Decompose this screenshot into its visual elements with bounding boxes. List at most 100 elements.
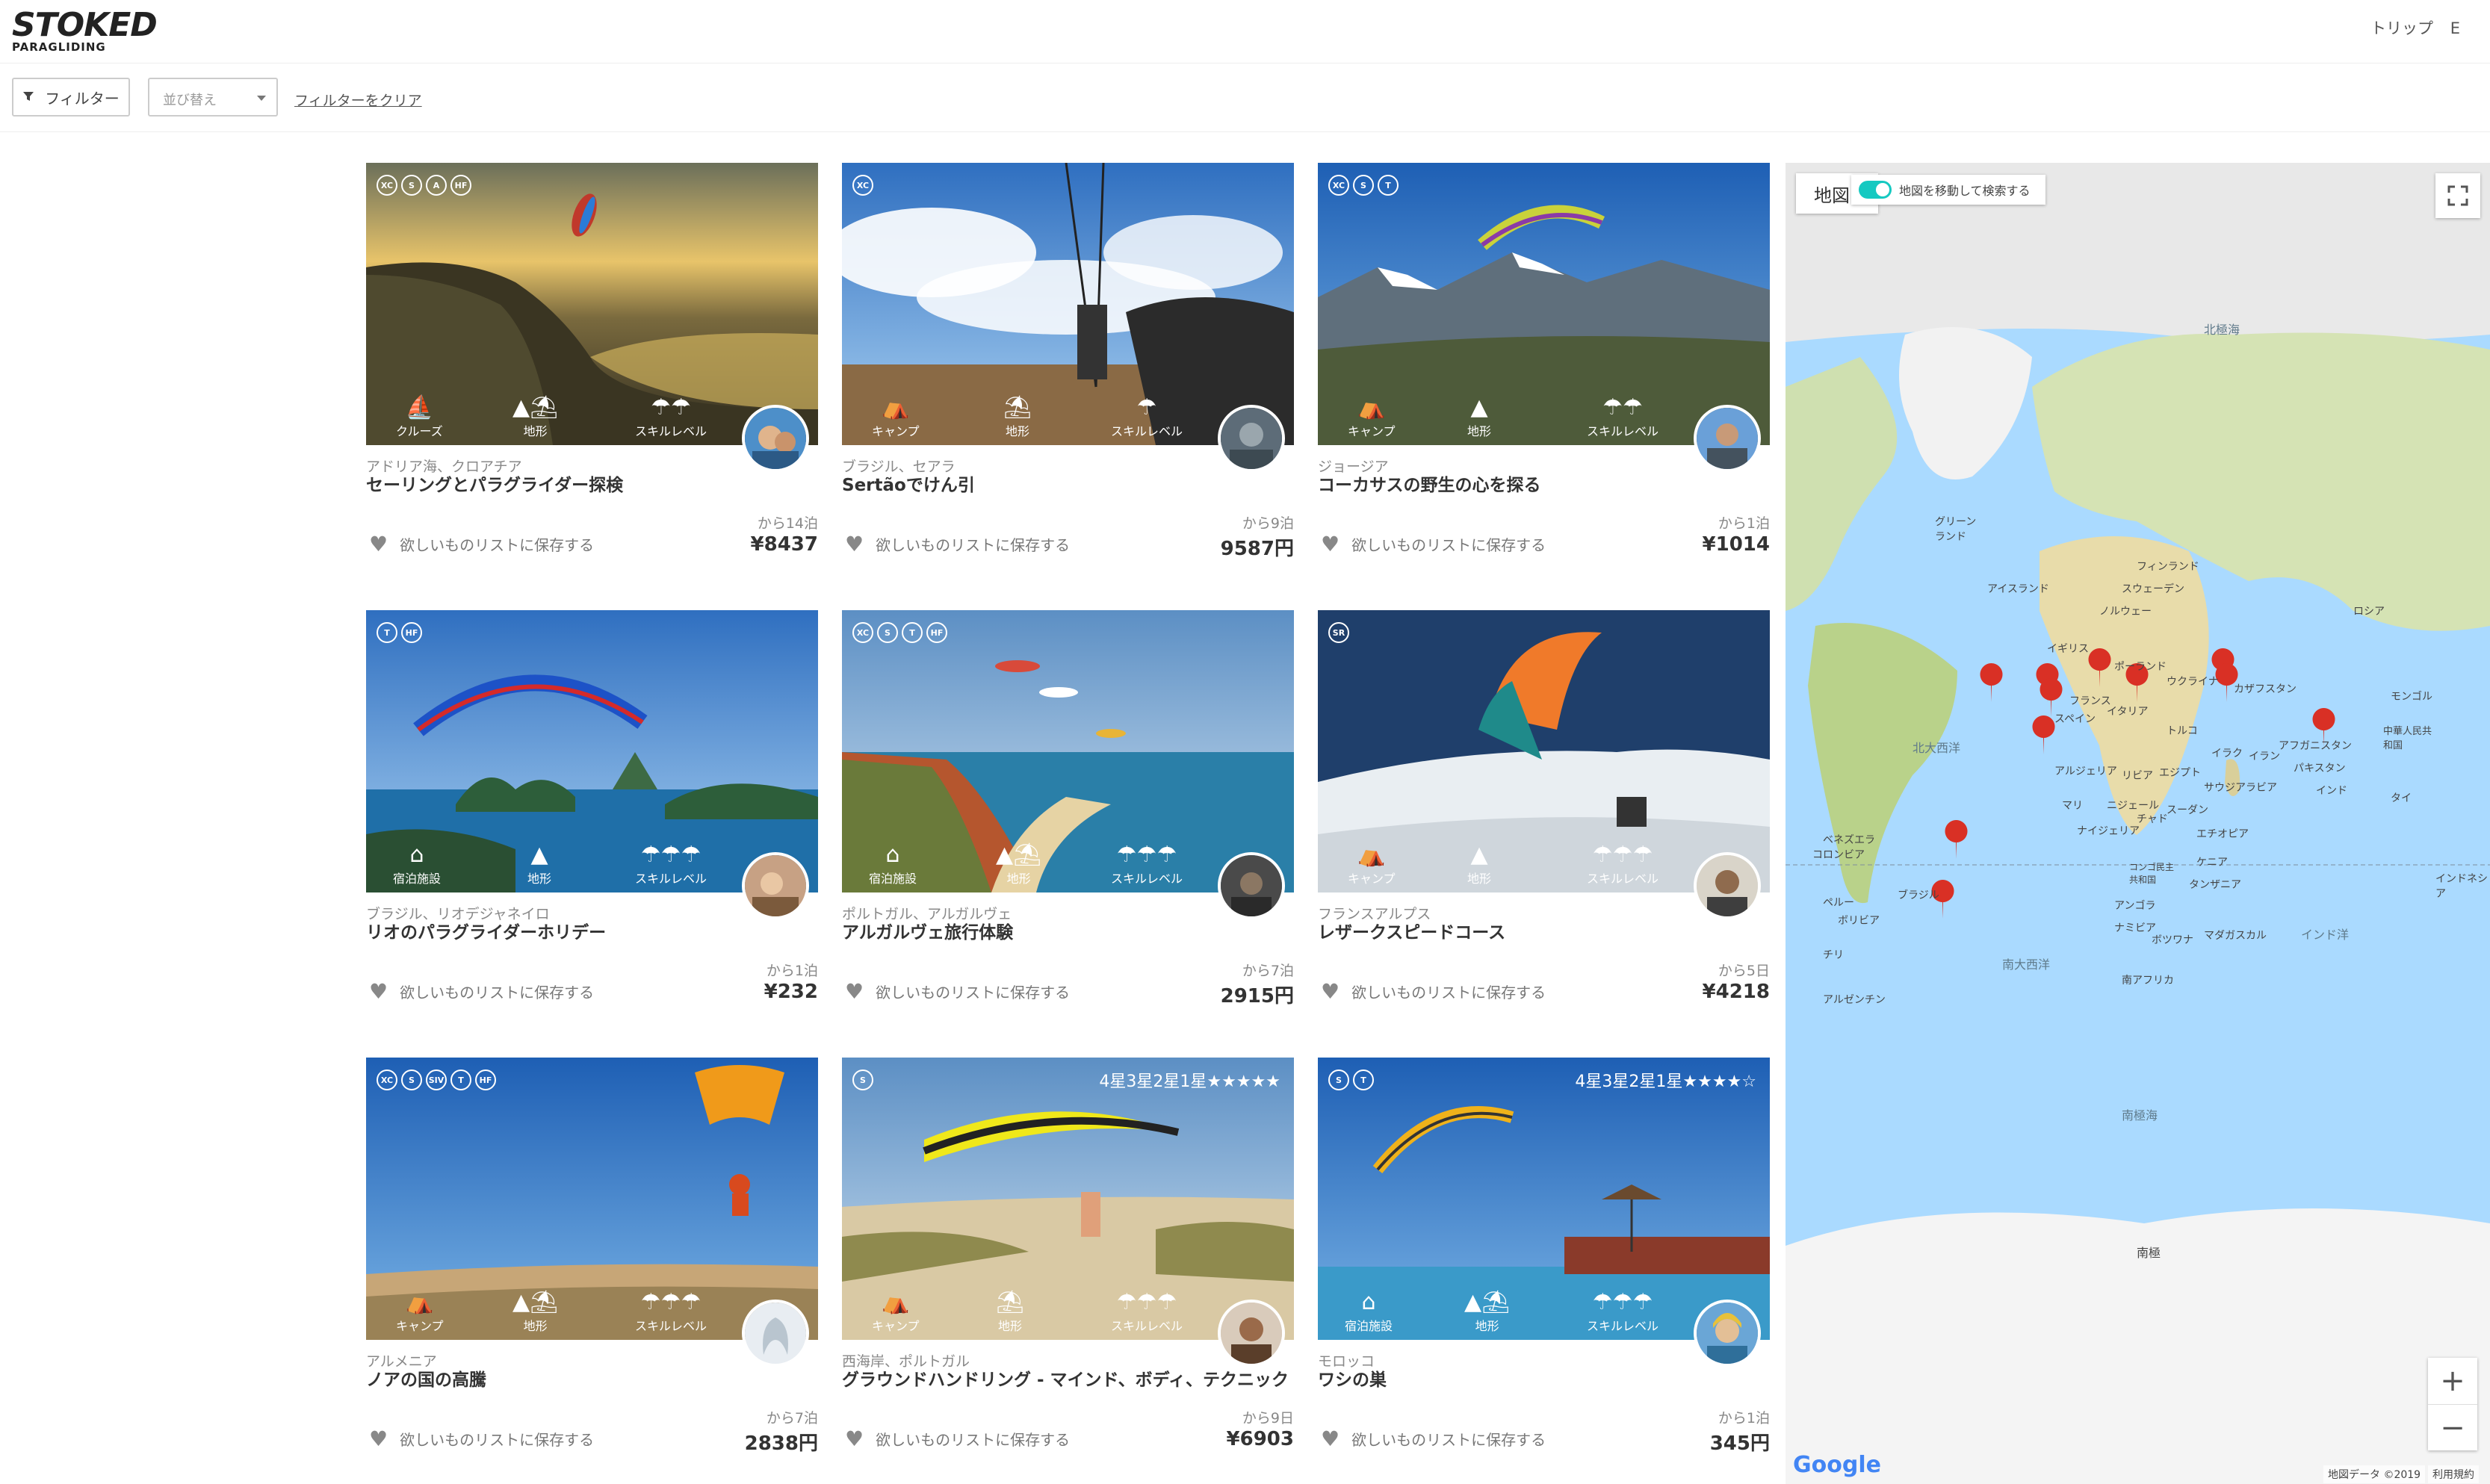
beach-icon: ▲⛱	[996, 842, 1042, 868]
stoked-logo[interactable]: STOKED PARAGLIDING	[12, 9, 158, 53]
map-label: スーダン	[2167, 804, 2208, 816]
map-label: ペルー	[1823, 897, 1854, 909]
trip-card[interactable]: XC S T ⛺ キャンプ ▲ 地形 ☂☂ スキルレベル ジョージア コーカサスの野生…	[1318, 163, 1770, 589]
trip-title[interactable]: コーカサスの野生の心を探る	[1318, 471, 1541, 496]
feature-terrain: ▲ 地形	[527, 842, 552, 886]
search-as-map-moves[interactable]: 地図を移動して検索する	[1851, 175, 2045, 205]
heart-icon: ♥	[369, 1426, 388, 1451]
feature-camping: ⛺ キャンプ	[1348, 842, 1396, 886]
guide-avatar[interactable]	[1694, 405, 1761, 472]
feature-accommodation: ⌂ 宿泊施設	[393, 842, 442, 886]
clear-filters-link[interactable]: フィルターをクリア	[294, 90, 422, 110]
trip-photo[interactable]: T HF ⌂ 宿泊施設 ▲ 地形 ☂☂☂ スキルレベル	[366, 610, 818, 892]
nav-trips[interactable]: トリップ	[2370, 19, 2433, 37]
house-icon: ⌂	[409, 842, 424, 868]
map-label: グリーンランド	[1935, 516, 1977, 543]
fullscreen-button[interactable]	[2435, 173, 2480, 218]
trip-title[interactable]: グラウンドハンドリング - マインド、ボディ、テクニック	[842, 1365, 1289, 1391]
trip-card[interactable]: S T 4星3星2星1星★★★★☆ ⌂ 宿泊施設 ▲⛱ 地形 ☂☂☂ スキルレベル モ…	[1318, 1058, 1770, 1483]
trip-nights: から14泊	[757, 515, 818, 532]
trip-card[interactable]: XC ⛺ キャンプ ⛱ 地形 ☂ スキルレベル ブラジル、セアラ Sertãoでけん引…	[842, 163, 1294, 589]
trip-price: ¥6903	[1226, 1428, 1294, 1450]
zoom-controls: + −	[2428, 1358, 2477, 1450]
trip-card[interactable]: T HF ⌂ 宿泊施設 ▲ 地形 ☂☂☂ スキルレベル ブラジル、リオデジャネイロ リ…	[366, 610, 818, 1036]
guide-avatar[interactable]	[1218, 405, 1285, 472]
guide-avatar[interactable]	[1694, 852, 1761, 919]
badge: S	[1353, 175, 1374, 196]
sort-select[interactable]: 並び替え	[148, 78, 278, 117]
map-label: 南極海	[2122, 1108, 2158, 1123]
discipline-badges: S T	[1328, 1069, 1374, 1090]
trip-card[interactable]: XC S T HF ⌂ 宿泊施設 ▲⛱ 地形 ☂☂☂ スキルレベル ポルトガル、アルガ…	[842, 610, 1294, 1036]
feature-skill: ☂☂☂ スキルレベル	[1111, 842, 1183, 886]
heart-icon: ♥	[1321, 1426, 1340, 1451]
guide-avatar[interactable]	[742, 405, 809, 472]
trip-title[interactable]: アルガルヴェ旅行体験	[842, 918, 1013, 943]
heart-icon: ♥	[369, 979, 388, 1004]
trip-title[interactable]: レザークスピードコース	[1318, 918, 1505, 943]
map-label: カザフスタン	[2234, 683, 2297, 695]
trip-title[interactable]: ノアの国の高騰	[366, 1365, 486, 1391]
trip-title[interactable]: ワシの巣	[1318, 1365, 1387, 1391]
heart-icon: ♥	[845, 532, 864, 556]
map-label: ナイジェリア	[2077, 825, 2140, 837]
trip-photo[interactable]: XC S A HF ⛵ クルーズ ▲⛱ 地形 ☂☂ スキルレベル	[366, 163, 818, 445]
map-label: ベネズエラ	[1823, 834, 1875, 846]
map-label: タンザニア	[2189, 879, 2241, 891]
trip-photo[interactable]: XC S T HF ⌂ 宿泊施設 ▲⛱ 地形 ☂☂☂ スキルレベル	[842, 610, 1294, 892]
feature-camping: ⛺ キャンプ	[396, 1289, 444, 1333]
trip-nights: から1泊	[1718, 1410, 1770, 1426]
trip-title[interactable]: Sertãoでけん引	[842, 471, 975, 496]
heart-icon: ♥	[1321, 979, 1340, 1004]
nav-more[interactable]: E	[2450, 19, 2460, 37]
map-label: ナミビア	[2114, 922, 2156, 934]
save-to-wishlist[interactable]: ♥ 欲しいものリストに保存する	[845, 1426, 1070, 1451]
guide-avatar[interactable]	[742, 1300, 809, 1367]
trip-photo[interactable]: XC S T ⛺ キャンプ ▲ 地形 ☂☂ スキルレベル	[1318, 163, 1770, 445]
map-label: マリ	[2062, 800, 2083, 812]
save-to-wishlist[interactable]: ♥ 欲しいものリストに保存する	[1321, 532, 1546, 556]
map-attribution: 地図データ ©2019	[2323, 1465, 2426, 1483]
map-label: チャド	[2137, 813, 2168, 825]
guide-avatar[interactable]	[1218, 1300, 1285, 1367]
trip-photo[interactable]: S T 4星3星2星1星★★★★☆ ⌂ 宿泊施設 ▲⛱ 地形 ☂☂☂ スキルレベル	[1318, 1058, 1770, 1340]
save-to-wishlist[interactable]: ♥ 欲しいものリストに保存する	[1321, 979, 1546, 1004]
feature-terrain: ▲⛱ 地形	[1464, 1289, 1511, 1333]
trip-card[interactable]: S 4星3星2星1星★★★★★ ⛺ キャンプ ⛱ 地形 ☂☂☂ スキルレベル 西海岸、…	[842, 1058, 1294, 1483]
trip-photo[interactable]: SR ⛺ キャンプ ▲ 地形 ☂☂☂ スキルレベル	[1318, 610, 1770, 892]
save-to-wishlist[interactable]: ♥ 欲しいものリストに保存する	[845, 532, 1070, 556]
map-label: イタリア	[2107, 706, 2149, 718]
save-to-wishlist[interactable]: ♥ 欲しいものリストに保存する	[1321, 1426, 1546, 1451]
guide-avatar[interactable]	[742, 852, 809, 919]
zoom-out-button[interactable]: −	[2428, 1405, 2477, 1451]
mountain-icon: ▲⛱	[512, 1289, 559, 1315]
discipline-badges: SR	[1328, 622, 1349, 643]
feature-accommodation: ⌂ 宿泊施設	[1345, 1289, 1393, 1333]
trip-card[interactable]: XC S SIV T HF ⛺ キャンプ ▲⛱ 地形 ☂☂☂ スキルレベル アルメニア…	[366, 1058, 818, 1483]
save-to-wishlist[interactable]: ♥ 欲しいものリストに保存する	[369, 532, 594, 556]
save-to-wishlist[interactable]: ♥ 欲しいものリストに保存する	[845, 979, 1070, 1004]
save-to-wishlist[interactable]: ♥ 欲しいものリストに保存する	[369, 1426, 594, 1451]
mountain-icon: ▲⛱	[1464, 1289, 1511, 1315]
top-bar: STOKED PARAGLIDING トリップ E	[0, 0, 2490, 63]
wing-icon: ☂☂	[651, 394, 691, 420]
toggle-switch[interactable]	[1859, 181, 1892, 199]
trip-photo[interactable]: S 4星3星2星1星★★★★★ ⛺ キャンプ ⛱ 地形 ☂☂☂ スキルレベル	[842, 1058, 1294, 1340]
filter-button[interactable]: フィルター	[12, 78, 130, 117]
terms-link[interactable]: 利用規約	[2428, 1465, 2479, 1483]
guide-avatar[interactable]	[1218, 852, 1285, 919]
trip-title[interactable]: リオのパラグライダーホリデー	[366, 918, 606, 943]
trip-price: ¥232	[764, 981, 818, 1003]
zoom-in-button[interactable]: +	[2428, 1358, 2477, 1405]
guide-avatar[interactable]	[1694, 1300, 1761, 1367]
save-to-wishlist[interactable]: ♥ 欲しいものリストに保存する	[369, 979, 594, 1004]
heart-icon: ♥	[1321, 532, 1340, 556]
world-map[interactable]: 北極海 グリーンランド アイスランド フィンランド スウェーデン ノルウェー ロ…	[1786, 163, 2490, 1484]
trip-photo[interactable]: XC S SIV T HF ⛺ キャンプ ▲⛱ 地形 ☂☂☂ スキルレベル	[366, 1058, 818, 1340]
google-logo: Google	[1793, 1452, 1881, 1478]
trip-card[interactable]: SR ⛺ キャンプ ▲ 地形 ☂☂☂ スキルレベル フランスアルプス レザークスピード…	[1318, 610, 1770, 1036]
trip-title[interactable]: セーリングとパラグライダー探検	[366, 471, 623, 496]
trip-photo[interactable]: XC ⛺ キャンプ ⛱ 地形 ☂ スキルレベル	[842, 163, 1294, 445]
trip-card[interactable]: XC S A HF ⛵ クルーズ ▲⛱ 地形 ☂☂ スキルレベル アドリア海、クロアチ…	[366, 163, 818, 589]
mountain-icon: ▲⛱	[512, 394, 559, 420]
